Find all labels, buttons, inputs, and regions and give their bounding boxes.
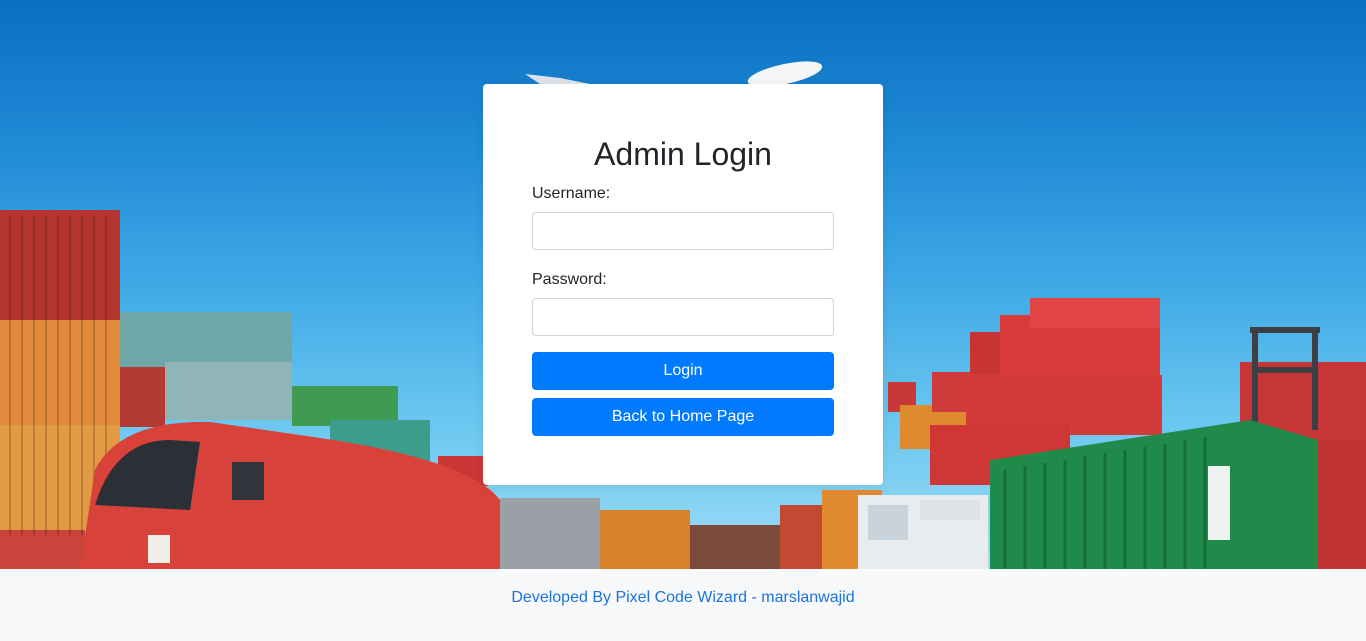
page-title: Admin Login [594, 136, 772, 172]
train-shape [80, 421, 505, 569]
password-input[interactable] [532, 298, 834, 336]
password-label: Password: [532, 271, 607, 288]
developer-credit-link[interactable]: Developed By Pixel Code Wizard - marslan… [0, 588, 1366, 608]
back-to-home-button[interactable]: Back to Home Page [532, 398, 834, 436]
login-card: Admin Login Username: Password: Login Ba… [483, 84, 883, 485]
truck-shape [858, 495, 988, 569]
username-label: Username: [532, 185, 611, 202]
username-input[interactable] [532, 212, 834, 250]
footer: Developed By Pixel Code Wizard - marslan… [0, 569, 1366, 641]
login-button[interactable]: Login [532, 352, 834, 390]
